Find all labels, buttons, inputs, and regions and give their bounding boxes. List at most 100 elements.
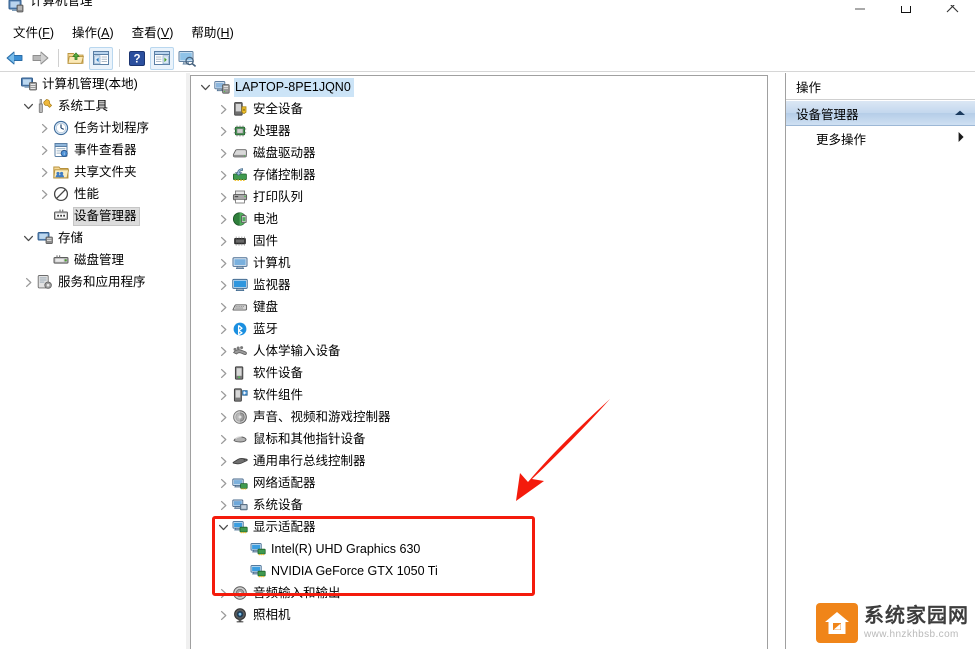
menu-help[interactable]: 帮助(H): [182, 23, 242, 44]
tree-row[interactable]: Intel(R) UHD Graphics 630: [191, 538, 767, 560]
display-adapter-icon: [249, 563, 266, 579]
tree-row-label: 照相机: [253, 607, 291, 622]
tree-row[interactable]: 软件组件: [191, 384, 767, 406]
tree-row[interactable]: NVIDIA GeForce GTX 1050 Ti: [191, 560, 767, 582]
tree-row[interactable]: 系统工具: [0, 95, 186, 117]
tree-row[interactable]: 存储: [0, 227, 186, 249]
actions-section-device-manager[interactable]: 设备管理器: [786, 100, 975, 126]
menu-file[interactable]: 文件(F): [4, 23, 63, 44]
menu-view[interactable]: 查看(V): [123, 23, 183, 44]
up-folder-icon[interactable]: [64, 47, 88, 70]
tree-row[interactable]: 通用串行总线控制器: [191, 450, 767, 472]
chevron-right-icon[interactable]: [215, 321, 231, 337]
tree-row[interactable]: 照相机: [191, 604, 767, 626]
processor-icon: [231, 123, 248, 139]
tree-row[interactable]: 计算机管理(本地): [0, 73, 186, 95]
computer-node-icon: [231, 255, 248, 271]
tree-row[interactable]: 网络适配器: [191, 472, 767, 494]
chevron-right-icon[interactable]: [215, 145, 231, 161]
device-tree-pane[interactable]: LAPTOP-8PE1JQN0 安全设备 处理器 磁盘驱动器 存储控制器打印队列电池 固件…: [190, 75, 768, 649]
tree-row[interactable]: 声音、视频和游戏控制器: [191, 406, 767, 428]
chevron-right-icon[interactable]: [215, 211, 231, 227]
tree-row-label: 性能: [74, 186, 100, 201]
chevron-right-icon[interactable]: [215, 167, 231, 183]
minimize-button[interactable]: [837, 0, 883, 22]
tree-row[interactable]: i 事件查看器: [0, 139, 186, 161]
chevron-right-icon[interactable]: [36, 142, 52, 158]
toolbar: ?: [0, 45, 975, 72]
chevron-right-icon[interactable]: [215, 497, 231, 513]
chevron-right-icon[interactable]: [215, 101, 231, 117]
chevron-right-icon[interactable]: [215, 189, 231, 205]
tree-row[interactable]: 设备管理器: [0, 205, 186, 227]
tree-row[interactable]: 性能: [0, 183, 186, 205]
forward-arrow-icon[interactable]: [28, 47, 52, 70]
show-hide-console-tree-icon[interactable]: [89, 46, 113, 70]
tree-row-label: 打印队列: [253, 189, 304, 204]
maximize-button[interactable]: [883, 0, 929, 22]
tree-row[interactable]: 蓝牙: [191, 318, 767, 340]
chevron-right-icon[interactable]: [215, 123, 231, 139]
tree-row[interactable]: 监视器: [191, 274, 767, 296]
tree-row[interactable]: 计算机: [191, 252, 767, 274]
tree-row[interactable]: 人体学输入设备: [191, 340, 767, 362]
tree-row[interactable]: LAPTOP-8PE1JQN0: [191, 76, 767, 98]
tree-row-label: 声音、视频和游戏控制器: [253, 409, 391, 424]
tree-row[interactable]: 服务和应用程序: [0, 271, 186, 293]
chevron-right-icon[interactable]: [36, 164, 52, 180]
chevron-right-icon[interactable]: [215, 607, 231, 623]
chevron-right-icon[interactable]: [215, 475, 231, 491]
chevron-right-icon[interactable]: [957, 131, 965, 146]
tree-row-label: 设备管理器: [73, 206, 140, 226]
tree-row[interactable]: 显示适配器: [191, 516, 767, 538]
chevron-down-icon[interactable]: [197, 79, 213, 95]
chevron-right-icon[interactable]: [215, 585, 231, 601]
chevron-right-icon[interactable]: [215, 277, 231, 293]
tree-row[interactable]: 软件设备: [191, 362, 767, 384]
chevron-down-icon[interactable]: [215, 519, 231, 535]
tree-row[interactable]: 安全设备: [191, 98, 767, 120]
chevron-down-icon[interactable]: [20, 230, 36, 246]
actions-item-more-actions[interactable]: 更多操作: [786, 126, 975, 150]
tree-row[interactable]: 系统设备: [191, 494, 767, 516]
tree-row[interactable]: 磁盘管理: [0, 249, 186, 271]
tree-row[interactable]: 键盘: [191, 296, 767, 318]
tree-row[interactable]: 鼠标和其他指针设备: [191, 428, 767, 450]
menu-action[interactable]: 操作(A): [63, 23, 123, 44]
chevron-up-icon[interactable]: [954, 106, 966, 120]
tree-row[interactable]: 电池: [191, 208, 767, 230]
chevron-right-icon[interactable]: [215, 365, 231, 381]
tree-row[interactable]: 固件: [191, 230, 767, 252]
chevron-right-icon[interactable]: [215, 453, 231, 469]
tree-row-label: 显示适配器: [253, 519, 316, 534]
chevron-right-icon[interactable]: [215, 299, 231, 315]
chevron-down-icon[interactable]: [20, 98, 36, 114]
display-adapter-icon: [249, 541, 266, 557]
back-arrow-icon[interactable]: [3, 47, 27, 70]
right-splitter[interactable]: [768, 73, 785, 649]
tree-row[interactable]: 打印队列: [191, 186, 767, 208]
chevron-right-icon[interactable]: [215, 255, 231, 271]
chevron-right-icon[interactable]: [215, 409, 231, 425]
tree-row-label: Intel(R) UHD Graphics 630: [271, 541, 421, 556]
help-icon[interactable]: ?: [125, 47, 149, 70]
chevron-right-icon[interactable]: [215, 431, 231, 447]
chevron-right-icon[interactable]: [36, 186, 52, 202]
chevron-right-icon[interactable]: [215, 387, 231, 403]
chevron-right-icon[interactable]: [215, 233, 231, 249]
tree-row[interactable]: 共享文件夹: [0, 161, 186, 183]
tree-row[interactable]: 存储控制器: [191, 164, 767, 186]
tree-row[interactable]: 处理器: [191, 120, 767, 142]
tree-row[interactable]: 任务计划程序: [0, 117, 186, 139]
chevron-right-icon[interactable]: [20, 274, 36, 290]
console-tree-pane[interactable]: 计算机管理(本地) 系统工具 任务计划程序 i 事件查看器 共享文件夹性能设备管理器 存储磁…: [0, 73, 186, 649]
tree-row[interactable]: 磁盘驱动器: [191, 142, 767, 164]
tree-row[interactable]: 音频输入和输出: [191, 582, 767, 604]
toolbar-separator-2: [119, 49, 120, 67]
chevron-right-icon[interactable]: [215, 343, 231, 359]
chevron-right-icon[interactable]: [36, 120, 52, 136]
close-button[interactable]: [929, 0, 975, 22]
display-icon[interactable]: [175, 47, 199, 70]
show-hide-action-pane-icon[interactable]: [150, 46, 174, 70]
security-device-icon: [231, 101, 248, 117]
